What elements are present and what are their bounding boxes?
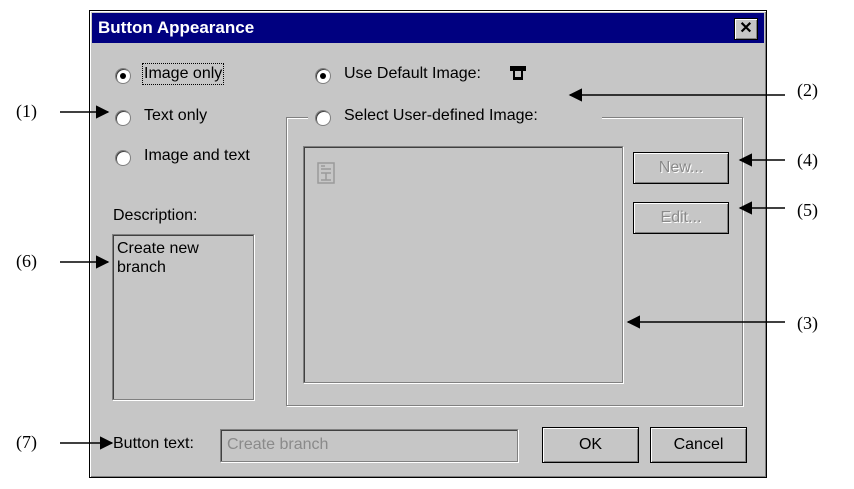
callout-arrows <box>60 88 785 450</box>
